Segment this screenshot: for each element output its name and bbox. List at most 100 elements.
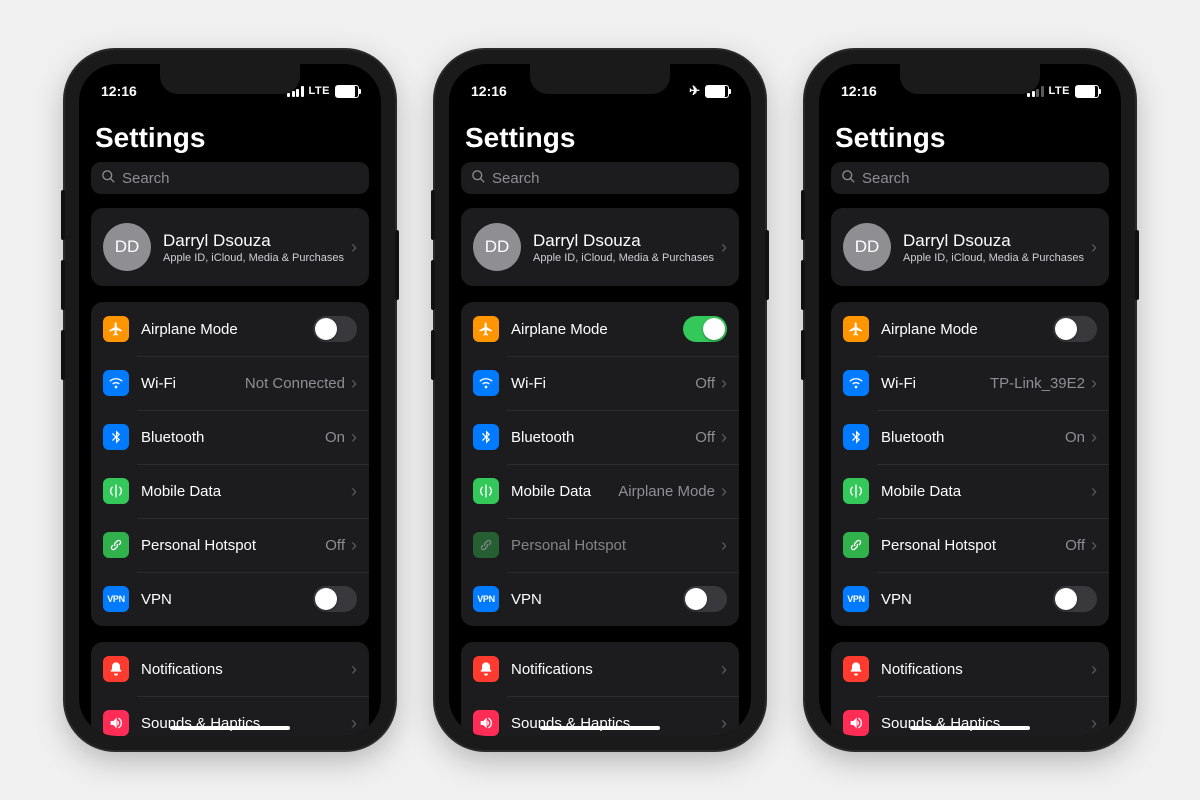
sounds-icon [473,710,499,736]
row-vpn[interactable]: VPN VPN [91,572,369,626]
vpn-label: VPN [141,591,313,608]
chevron-right-icon: › [721,428,727,446]
row-profile[interactable]: DD Darryl Dsouza Apple ID, iCloud, Media… [91,208,369,286]
vpn-icon: VPN [843,586,869,612]
chevron-right-icon: › [351,536,357,554]
hotspot-icon [103,532,129,558]
row-notifications[interactable]: Notifications › [831,642,1109,696]
row-profile[interactable]: DD Darryl Dsouza Apple ID, iCloud, Media… [831,208,1109,286]
vpn-label: VPN [511,591,683,608]
home-indicator[interactable] [910,726,1030,730]
chevron-right-icon: › [721,238,727,256]
profile-subtitle: Apple ID, iCloud, Media & Purchases [903,252,1091,264]
home-indicator[interactable] [170,726,290,730]
vpn-toggle[interactable] [683,586,727,612]
avatar: DD [473,223,521,271]
hotspot-icon [473,532,499,558]
row-airplane[interactable]: Airplane Mode [831,302,1109,356]
phone-mockup-2: 12:16 ✈︎ Settings Search DD Darryl Dsou [435,50,765,750]
row-bluetooth[interactable]: Bluetooth On› [91,410,369,464]
bluetooth-icon [843,424,869,450]
mobile-data-icon [843,478,869,504]
row-hotspot[interactable]: Personal Hotspot Off› [91,518,369,572]
row-mobile-data[interactable]: Mobile Data Airplane Mode› [461,464,739,518]
bluetooth-value: Off [695,429,715,446]
status-time: 12:16 [841,83,877,99]
airplane-toggle[interactable] [313,316,357,342]
connectivity-group: Airplane Mode Wi-Fi Off› Bluetooth Off› … [461,302,739,626]
chevron-right-icon: › [351,374,357,392]
wifi-label: Wi-Fi [511,375,695,392]
wifi-value: Not Connected [245,375,345,392]
row-sounds[interactable]: Sounds & Haptics › [831,696,1109,736]
row-sounds[interactable]: Sounds & Haptics › [461,696,739,736]
hotspot-label: Personal Hotspot [881,537,1065,554]
row-mobile-data[interactable]: Mobile Data › [831,464,1109,518]
bluetooth-icon [473,424,499,450]
chevron-right-icon: › [721,660,727,678]
row-wifi[interactable]: Wi-Fi TP-Link_39E2› [831,356,1109,410]
chevron-right-icon: › [351,238,357,256]
search-icon [471,169,486,188]
row-bluetooth[interactable]: Bluetooth Off› [461,410,739,464]
search-input[interactable]: Search [831,162,1109,194]
row-vpn[interactable]: VPN VPN [461,572,739,626]
mobile-data-label: Mobile Data [141,483,351,500]
airplane-label: Airplane Mode [881,321,1053,338]
avatar: DD [843,223,891,271]
row-profile[interactable]: DD Darryl Dsouza Apple ID, iCloud, Media… [461,208,739,286]
bluetooth-label: Bluetooth [141,429,325,446]
profile-group: DD Darryl Dsouza Apple ID, iCloud, Media… [461,208,739,286]
sounds-icon [843,710,869,736]
row-hotspot[interactable]: Personal Hotspot Off› [831,518,1109,572]
search-input[interactable]: Search [91,162,369,194]
screen: 12:16 LTE Settings Search DD Da [79,64,381,736]
vpn-toggle[interactable] [1053,586,1097,612]
chevron-right-icon: › [351,428,357,446]
search-input[interactable]: Search [461,162,739,194]
hotspot-label: Personal Hotspot [141,537,325,554]
row-airplane[interactable]: Airplane Mode [461,302,739,356]
hotspot-value: Off [1065,537,1085,554]
screen: 12:16 LTE Settings Search DD Da [819,64,1121,736]
notch [160,64,300,94]
airplane-status-icon: ✈︎ [689,83,700,99]
hotspot-icon [843,532,869,558]
chevron-right-icon: › [721,374,727,392]
row-vpn[interactable]: VPN VPN [831,572,1109,626]
chevron-right-icon: › [351,660,357,678]
vpn-label: VPN [881,591,1053,608]
chevron-right-icon: › [721,482,727,500]
row-airplane[interactable]: Airplane Mode [91,302,369,356]
profile-subtitle: Apple ID, iCloud, Media & Purchases [163,252,351,264]
row-hotspot[interactable]: Personal Hotspot › [461,518,739,572]
row-bluetooth[interactable]: Bluetooth On› [831,410,1109,464]
vpn-icon: VPN [103,586,129,612]
vpn-toggle[interactable] [313,586,357,612]
mobile-data-icon [103,478,129,504]
bluetooth-value: On [1065,429,1085,446]
battery-icon [1075,85,1099,98]
row-wifi[interactable]: Wi-Fi Not Connected › [91,356,369,410]
row-mobile-data[interactable]: Mobile Data › [91,464,369,518]
wifi-label: Wi-Fi [141,375,245,392]
row-sounds[interactable]: Sounds & Haptics › [91,696,369,736]
network-label: LTE [1049,85,1070,97]
mobile-data-label: Mobile Data [881,483,1091,500]
row-wifi[interactable]: Wi-Fi Off› [461,356,739,410]
row-notifications[interactable]: Notifications › [91,642,369,696]
notifications-icon [473,656,499,682]
chevron-right-icon: › [721,714,727,732]
hotspot-label: Personal Hotspot [511,537,721,554]
home-indicator[interactable] [540,726,660,730]
notch [900,64,1040,94]
airplane-icon [843,316,869,342]
chevron-right-icon: › [1091,714,1097,732]
airplane-toggle[interactable] [1053,316,1097,342]
profile-subtitle: Apple ID, iCloud, Media & Purchases [533,252,721,264]
chevron-right-icon: › [1091,238,1097,256]
row-notifications[interactable]: Notifications › [461,642,739,696]
status-time: 12:16 [101,83,137,99]
airplane-toggle[interactable] [683,316,727,342]
attention-group: Notifications › Sounds & Haptics › Focus… [831,642,1109,736]
